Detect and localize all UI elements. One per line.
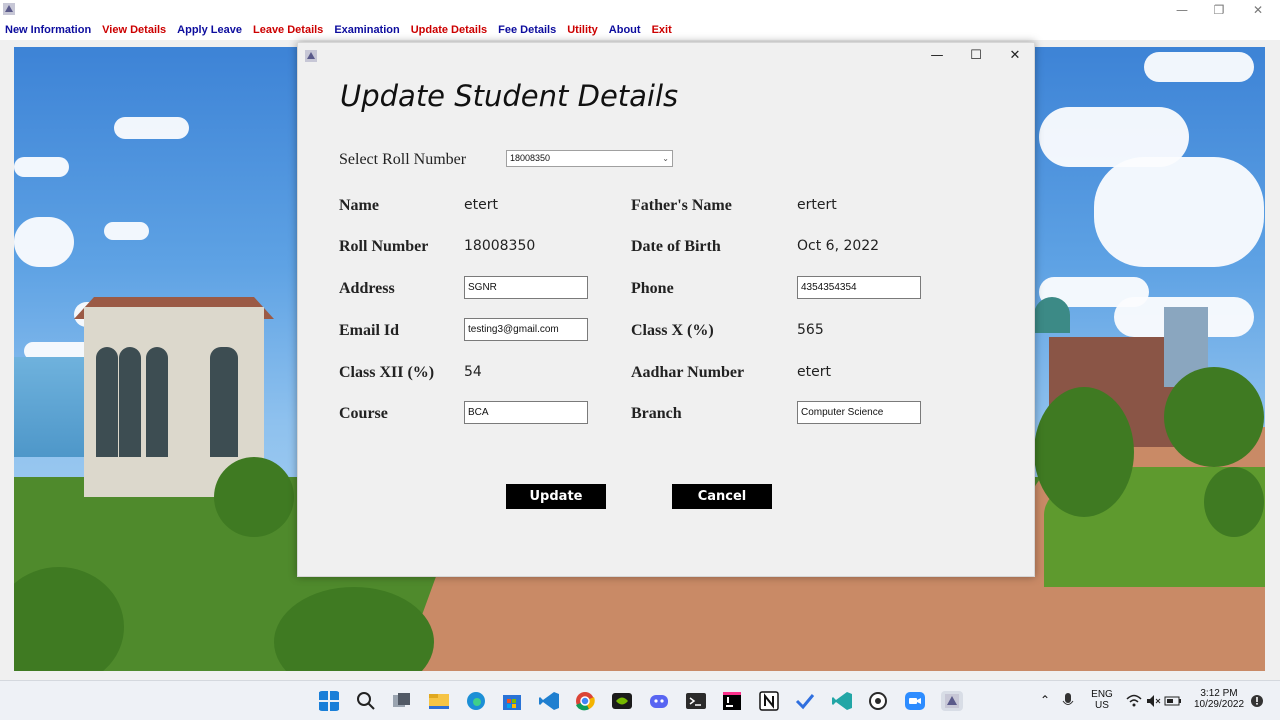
java-app-icon [3, 3, 15, 15]
aadhar-value: etert [797, 364, 831, 380]
cloud [1094, 157, 1264, 267]
branch-field[interactable] [797, 401, 921, 424]
cloud [104, 222, 149, 240]
menu-utility[interactable]: Utility [567, 24, 598, 36]
store-icon[interactable] [501, 691, 523, 711]
father-name-label: Father's Name [631, 197, 732, 214]
desktop: — ❐ ✕ New Information View Details Apply… [0, 0, 1280, 720]
address-field[interactable] [464, 276, 588, 299]
roll-number-label: Roll Number [339, 238, 429, 255]
task-view-icon[interactable] [391, 691, 413, 711]
email-field[interactable] [464, 318, 588, 341]
aadhar-label: Aadhar Number [631, 364, 745, 381]
intellij-icon[interactable] [721, 691, 743, 711]
notion-icon[interactable] [758, 691, 780, 711]
update-student-dialog: — ☐ ✕ Update Student Details Select Roll… [297, 42, 1035, 577]
roll-number-select-value: 18008350 [510, 153, 551, 163]
tree [1164, 367, 1264, 467]
name-label: Name [339, 197, 379, 214]
todo-icon[interactable] [794, 691, 816, 711]
menu-exit[interactable]: Exit [652, 24, 672, 36]
dob-value: Oct 6, 2022 [797, 238, 880, 254]
cloud [14, 157, 69, 177]
menu-fee-details[interactable]: Fee Details [498, 24, 556, 36]
roll-number-value: 18008350 [464, 238, 536, 254]
clock-date: 10/29/2022 [1193, 699, 1245, 710]
chrome-icon[interactable] [574, 691, 596, 711]
class-xii-value: 54 [464, 364, 482, 380]
building-window [96, 347, 118, 457]
class-xii-label: Class XII (%) [339, 364, 435, 381]
java-app-icon[interactable] [941, 691, 963, 711]
tree [1034, 387, 1134, 517]
app-close-button[interactable]: ✕ [1238, 1, 1278, 19]
dob-label: Date of Birth [631, 238, 721, 255]
chevron-up-icon[interactable]: ⌃ [1040, 693, 1050, 707]
menu-about[interactable]: About [609, 24, 641, 36]
chevron-down-icon: ⌄ [662, 154, 669, 163]
vscode-icon[interactable] [538, 691, 560, 711]
obs-icon[interactable] [867, 691, 889, 711]
language-code: ENG [1091, 689, 1113, 700]
dialog-close-button[interactable]: ✕ [996, 45, 1034, 67]
course-field[interactable] [464, 401, 588, 424]
discord-icon[interactable] [648, 691, 670, 711]
tree [214, 457, 294, 537]
windows-start-icon[interactable] [318, 691, 340, 711]
address-label: Address [339, 280, 395, 297]
cloud [114, 117, 189, 139]
menu-apply-leave[interactable]: Apply Leave [177, 24, 242, 36]
cancel-button[interactable]: Cancel [672, 484, 772, 509]
building-dome [1034, 297, 1070, 333]
java-app-icon [305, 50, 317, 62]
nvidia-icon[interactable] [611, 691, 633, 711]
menu-bar: New Information View Details Apply Leave… [0, 20, 1280, 40]
menu-view-details[interactable]: View Details [102, 24, 166, 36]
phone-field[interactable] [797, 276, 921, 299]
clock-time: 3:12 PM [1200, 688, 1238, 699]
app-title-bar: — ❐ ✕ [0, 0, 1280, 20]
dialog-maximize-button[interactable]: ☐ [957, 45, 995, 67]
select-roll-label: Select Roll Number [339, 151, 467, 168]
battery-icon[interactable] [1164, 691, 1182, 711]
roll-number-select[interactable]: 18008350 ⌄ [506, 150, 673, 167]
phone-label: Phone [631, 280, 674, 297]
file-explorer-icon[interactable] [428, 691, 450, 711]
region-code: US [1095, 700, 1109, 711]
name-value: etert [464, 197, 498, 213]
cloud [14, 217, 74, 267]
course-label: Course [339, 405, 388, 422]
zoom-icon[interactable] [904, 691, 926, 711]
email-label: Email Id [339, 322, 400, 339]
app-restore-button[interactable]: ❐ [1199, 1, 1239, 19]
visual-studio-icon[interactable] [831, 691, 853, 711]
clock[interactable]: 3:12 PM 10/29/2022 [1188, 688, 1250, 710]
taskbar: ⌃ ENG US 3:12 PM 10/29/2022 [0, 680, 1280, 720]
menu-examination[interactable]: Examination [334, 24, 399, 36]
menu-new-information[interactable]: New Information [5, 24, 91, 36]
tree [1204, 467, 1264, 537]
father-name-value: ertert [797, 197, 837, 213]
page-title: Update Student Details [340, 79, 679, 113]
building-window [146, 347, 168, 457]
menu-update-details[interactable]: Update Details [411, 24, 487, 36]
terminal-icon[interactable] [685, 691, 707, 711]
building-window [210, 347, 238, 457]
language-indicator[interactable]: ENG US [1088, 689, 1116, 711]
update-button[interactable]: Update [506, 484, 606, 509]
search-icon[interactable] [355, 691, 377, 711]
class-x-label: Class X (%) [631, 322, 714, 339]
dialog-minimize-button[interactable]: — [918, 45, 956, 67]
notification-icon[interactable] [1250, 694, 1264, 708]
building-window [119, 347, 141, 457]
branch-label: Branch [631, 405, 682, 422]
wifi-icon[interactable] [1126, 691, 1142, 711]
class-x-value: 565 [797, 322, 824, 338]
microphone-icon[interactable] [1060, 691, 1076, 711]
menu-leave-details[interactable]: Leave Details [253, 24, 323, 36]
cloud [1144, 52, 1254, 82]
speaker-muted-icon[interactable] [1145, 691, 1161, 711]
app-minimize-button[interactable]: — [1162, 1, 1202, 19]
edge-icon[interactable] [465, 691, 487, 711]
